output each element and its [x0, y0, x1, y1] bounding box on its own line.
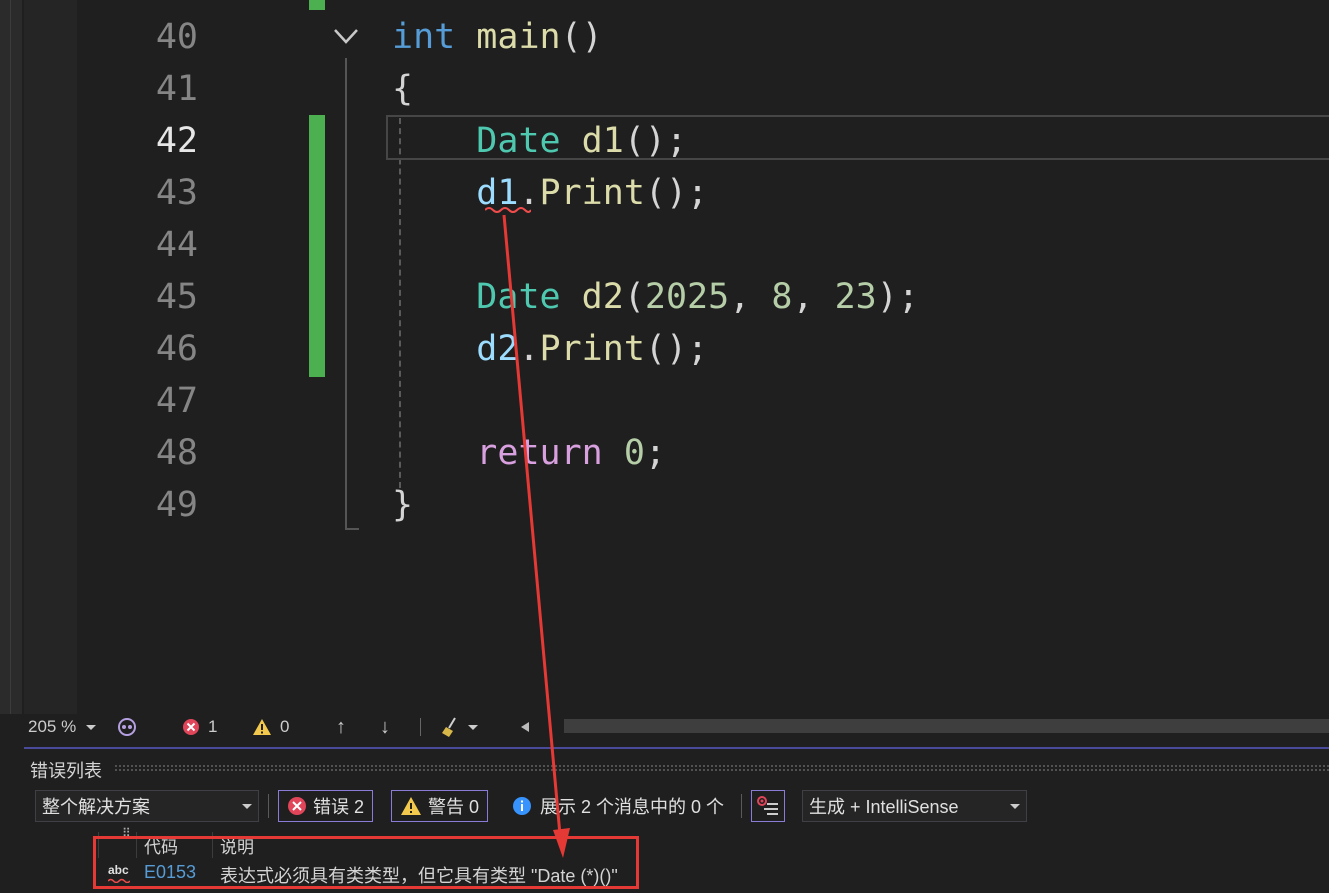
line-number-40: 40	[155, 17, 198, 57]
zoom-dropdown[interactable]: 205 %	[28, 714, 114, 740]
line-number-46: 46	[155, 329, 198, 369]
identifier-d1: d1	[581, 121, 624, 161]
errors-filter-toggle[interactable]: 错误 2	[278, 790, 374, 822]
caret-left-icon	[521, 722, 529, 732]
panel-drag-handle[interactable]	[114, 764, 1329, 772]
line-number-42: 42	[155, 121, 198, 161]
open-brace: {	[392, 69, 414, 109]
dot: .	[518, 329, 540, 369]
punctuation: ()	[560, 17, 603, 57]
chevron-down-icon	[86, 724, 97, 730]
toolbar-separator	[741, 794, 742, 818]
line-number-48: 48	[155, 433, 198, 473]
line-number-44: 44	[155, 225, 198, 265]
code-line-41[interactable]: {	[392, 63, 413, 115]
copilot-icon[interactable]	[116, 714, 138, 740]
build-filter-dropdown[interactable]: 生成 + IntelliSense	[802, 790, 1027, 822]
editor-left-strip	[0, 0, 22, 714]
punctuation: (	[623, 277, 645, 317]
code-line-42[interactable]: Date d1();	[392, 115, 687, 167]
warning-icon	[401, 797, 421, 815]
error-squiggle	[485, 207, 531, 213]
number-literal: 23	[834, 277, 877, 317]
number-literal: 8	[771, 277, 793, 317]
error-icon	[288, 797, 306, 815]
annotation-highlight-box	[93, 836, 639, 889]
code-line-43[interactable]: d1.Print();	[392, 167, 708, 219]
line-number-41: 41	[155, 69, 198, 109]
warnings-filter-toggle[interactable]: 警告 0	[391, 790, 489, 822]
scroll-left-button[interactable]	[520, 714, 530, 740]
line-number-45: 45	[155, 277, 198, 317]
code-line-40[interactable]: int main()	[392, 11, 603, 63]
warning-icon	[253, 719, 271, 735]
warning-count: 0	[280, 717, 290, 736]
identifier-d2: d2	[581, 277, 624, 317]
strip-divider	[10, 0, 11, 714]
build-filter-value: 生成 + IntelliSense	[809, 797, 959, 817]
editor-gutter	[24, 0, 77, 714]
code-line-46[interactable]: d2.Print();	[392, 323, 708, 375]
type-date: Date	[476, 121, 561, 161]
function-print: Print	[539, 329, 645, 369]
function-print: Print	[539, 173, 645, 213]
keyword-int: int	[392, 17, 456, 57]
messages-filter-label: 展示 2 个消息中的 0 个	[540, 797, 725, 817]
scope-dropdown[interactable]: 整个解决方案	[35, 790, 259, 822]
keyword-return: return	[476, 433, 603, 473]
error-count: 1	[208, 717, 218, 736]
change-indicator	[309, 115, 325, 377]
editor-status-bar: 205 % 1 0 ↑ ↓	[24, 714, 1329, 740]
horizontal-scrollbar[interactable]	[564, 719, 1329, 733]
punctuation: );	[876, 277, 919, 317]
function-main: main	[476, 17, 561, 57]
chevron-down-icon[interactable]	[333, 25, 359, 47]
change-indicator	[309, 0, 325, 10]
number-literal: 2025	[644, 277, 730, 317]
chevron-down-icon	[468, 724, 478, 730]
comma: ,	[729, 277, 772, 317]
arrow-up-icon: ↑	[336, 716, 346, 738]
zoom-level: 205 %	[28, 717, 77, 736]
warnings-filter-label: 警告 0	[428, 797, 480, 817]
filter-current-document-button[interactable]	[751, 790, 785, 822]
type-date: Date	[476, 277, 561, 317]
status-divider	[420, 718, 421, 736]
code-line-49[interactable]: }	[392, 479, 413, 531]
error-count-indicator[interactable]: 1	[182, 714, 217, 740]
panel-title: 错误列表	[30, 761, 102, 781]
filter-icon	[757, 796, 778, 815]
chevron-down-icon	[1010, 803, 1020, 809]
next-issue-button[interactable]: ↓	[380, 714, 390, 740]
close-brace: }	[392, 485, 414, 525]
chevron-down-icon	[242, 803, 252, 809]
code-editor[interactable]: 40 41 42 43 44 45 46 47 48 49 int main()…	[0, 0, 1329, 714]
scope-value: 整个解决方案	[42, 797, 150, 817]
code-line-45[interactable]: Date d2(2025, 8, 23);	[392, 271, 919, 323]
warning-count-indicator[interactable]: 0	[252, 714, 289, 740]
broom-icon	[442, 717, 456, 737]
punctuation: ();	[623, 121, 688, 161]
previous-issue-button[interactable]: ↑	[336, 714, 346, 740]
toolbar-separator	[268, 794, 269, 818]
number-literal: 0	[623, 433, 645, 473]
info-icon	[513, 797, 531, 815]
code-line-48[interactable]: return 0;	[392, 427, 666, 479]
comma: ,	[792, 277, 835, 317]
line-number-43: 43	[155, 173, 198, 213]
arrow-down-icon: ↓	[380, 716, 390, 738]
code-cleanup-button[interactable]	[440, 714, 478, 740]
fold-region-line	[345, 58, 347, 530]
errors-filter-label: 错误 2	[313, 797, 365, 817]
semicolon: ;	[644, 433, 666, 473]
line-number-49: 49	[155, 485, 198, 525]
fold-region-end	[345, 528, 359, 530]
identifier-d2: d2	[476, 329, 519, 369]
messages-filter-toggle[interactable]: 展示 2 个消息中的 0 个	[508, 790, 728, 822]
punctuation: ();	[644, 173, 709, 213]
line-number-47: 47	[155, 381, 198, 421]
punctuation: ();	[644, 329, 709, 369]
error-icon	[183, 719, 199, 735]
